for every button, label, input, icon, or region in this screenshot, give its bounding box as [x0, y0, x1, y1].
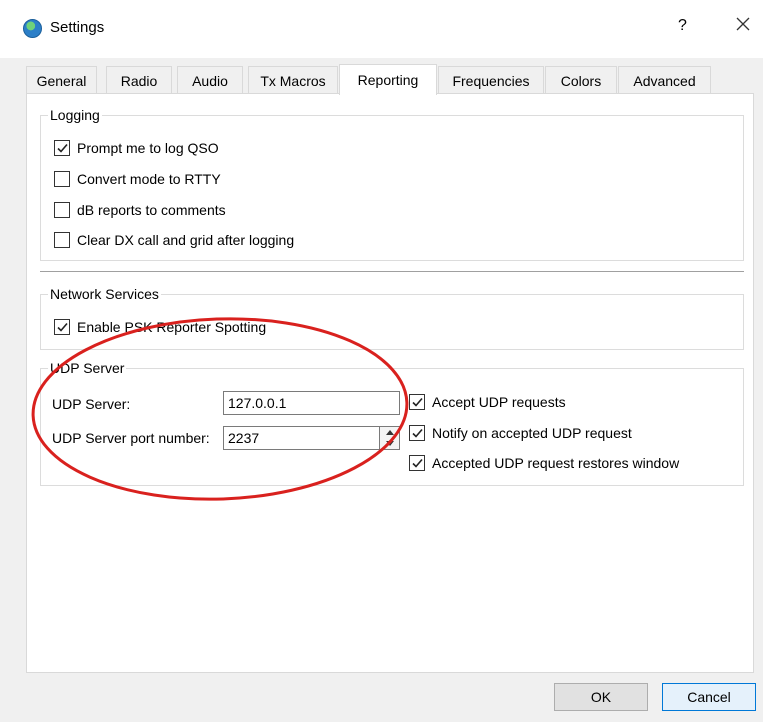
tab-radio[interactable]: Radio	[106, 66, 172, 94]
checkbox-label: Accepted UDP request restores window	[432, 455, 680, 471]
notify-udp-checkbox[interactable]: Notify on accepted UDP request	[409, 425, 632, 441]
restore-window-checkbox[interactable]: Accepted UDP request restores window	[409, 455, 679, 471]
close-icon[interactable]	[732, 13, 754, 35]
help-button[interactable]: ?	[678, 17, 687, 35]
checkbox-box[interactable]	[54, 171, 70, 187]
udp-server-input[interactable]: 127.0.0.1	[223, 391, 400, 415]
psk-reporter-checkbox[interactable]: Enable PSK Reporter Spotting	[54, 319, 266, 335]
window-title: Settings	[50, 19, 105, 36]
title-bar: Settings ?	[0, 0, 763, 58]
tab-advanced[interactable]: Advanced	[618, 66, 711, 94]
checkbox-label: Accept UDP requests	[432, 394, 566, 410]
cancel-button[interactable]: Cancel	[662, 683, 756, 711]
checkbox-label: Notify on accepted UDP request	[432, 425, 632, 441]
network-services-title: Network Services	[48, 286, 161, 302]
udp-port-label: UDP Server port number:	[52, 430, 210, 446]
spin-up-icon[interactable]	[380, 427, 399, 438]
globe-icon	[23, 19, 42, 38]
udp-server-title: UDP Server	[48, 360, 127, 376]
tab-bar: General Radio Audio Tx Macros Reporting …	[26, 64, 746, 95]
checkbox-box[interactable]	[409, 425, 425, 441]
checkbox-label: Convert mode to RTTY	[77, 171, 221, 187]
checkbox-label: Enable PSK Reporter Spotting	[77, 319, 267, 335]
udp-server-label: UDP Server:	[52, 396, 131, 412]
prompt-log-qso-checkbox[interactable]: Prompt me to log QSO	[54, 140, 219, 156]
accept-udp-checkbox[interactable]: Accept UDP requests	[409, 394, 566, 410]
tab-frequencies[interactable]: Frequencies	[438, 66, 544, 94]
tab-tx-macros[interactable]: Tx Macros	[248, 66, 338, 94]
checkbox-label: Prompt me to log QSO	[77, 140, 219, 156]
tab-colors[interactable]: Colors	[545, 66, 617, 94]
clear-dx-call-checkbox[interactable]: Clear DX call and grid after logging	[54, 232, 294, 248]
ok-button[interactable]: OK	[554, 683, 648, 711]
checkbox-box[interactable]	[54, 319, 70, 335]
udp-port-spinner[interactable]	[379, 426, 400, 450]
convert-mode-rtty-checkbox[interactable]: Convert mode to RTTY	[54, 171, 221, 187]
tab-general[interactable]: General	[26, 66, 97, 94]
checkbox-box[interactable]	[409, 394, 425, 410]
separator-line	[40, 271, 744, 272]
db-reports-comments-checkbox[interactable]: dB reports to comments	[54, 202, 226, 218]
checkbox-box[interactable]	[54, 202, 70, 218]
logging-group-title: Logging	[48, 107, 102, 123]
checkbox-box[interactable]	[54, 140, 70, 156]
checkbox-box[interactable]	[54, 232, 70, 248]
spin-down-icon[interactable]	[380, 438, 399, 449]
checkbox-label: dB reports to comments	[77, 202, 226, 218]
checkbox-label: Clear DX call and grid after logging	[77, 232, 295, 248]
tab-reporting[interactable]: Reporting	[339, 64, 437, 95]
tab-audio[interactable]: Audio	[177, 66, 243, 94]
checkbox-box[interactable]	[409, 455, 425, 471]
udp-port-input[interactable]: 2237	[223, 426, 380, 450]
